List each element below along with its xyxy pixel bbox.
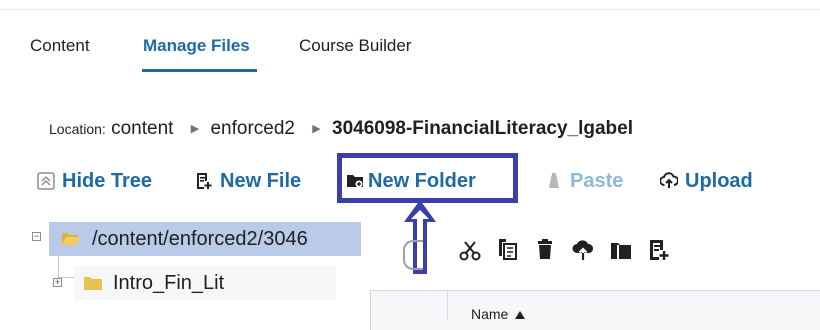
select-all-checkbox[interactable] (403, 240, 423, 270)
expand-toggle-icon[interactable]: + (53, 278, 62, 287)
file-table-header (370, 290, 820, 330)
location-label: Location: (49, 121, 106, 137)
tree-connector (58, 246, 59, 278)
cut-icon[interactable] (459, 240, 481, 262)
upload-icon[interactable] (572, 239, 594, 261)
tab-course-builder[interactable]: Course Builder (299, 36, 411, 56)
folder-icon[interactable] (610, 240, 632, 262)
copy-icon[interactable] (497, 238, 519, 260)
sort-ascending-icon (515, 311, 526, 319)
upload-button[interactable]: Upload (660, 166, 753, 196)
breadcrumb-separator-icon: ▶ (312, 123, 321, 135)
tree-item-root[interactable]: /content/enforced2/3046 (49, 222, 361, 256)
folder-open-icon (62, 233, 80, 245)
tree-item-intro-fin-lit[interactable]: Intro_Fin_Lit (74, 266, 336, 300)
breadcrumb: Location: content ▶ enforced2 ▶ 3046098-… (49, 118, 633, 144)
tab-manage-files[interactable]: Manage Files (143, 36, 250, 56)
delete-icon[interactable] (534, 238, 556, 260)
breadcrumb-item-enforced2[interactable]: enforced2 (210, 118, 295, 139)
new-file-button[interactable]: New File (195, 166, 301, 196)
hide-tree-button[interactable]: Hide Tree (37, 166, 152, 196)
new-file-icon (197, 173, 212, 189)
column-divider (447, 290, 448, 320)
breadcrumb-item-content[interactable]: content (111, 118, 173, 139)
paste-icon (549, 173, 559, 188)
collapse-icon (37, 172, 55, 190)
folder-icon (84, 277, 102, 290)
new-folder-highlight-box (337, 153, 518, 203)
breadcrumb-separator-icon: ▶ (190, 123, 200, 135)
breadcrumb-current: 3046098-FinancialLiteracy_lgabel (332, 118, 634, 139)
new-file-icon[interactable] (648, 239, 670, 261)
upload-icon (660, 172, 678, 188)
tab-bar: Content Manage Files Course Builder (0, 0, 820, 80)
paste-button[interactable]: Paste (545, 166, 623, 196)
active-tab-indicator (142, 69, 257, 72)
collapse-toggle-icon[interactable]: − (32, 232, 41, 241)
tab-content[interactable]: Content (30, 36, 90, 56)
